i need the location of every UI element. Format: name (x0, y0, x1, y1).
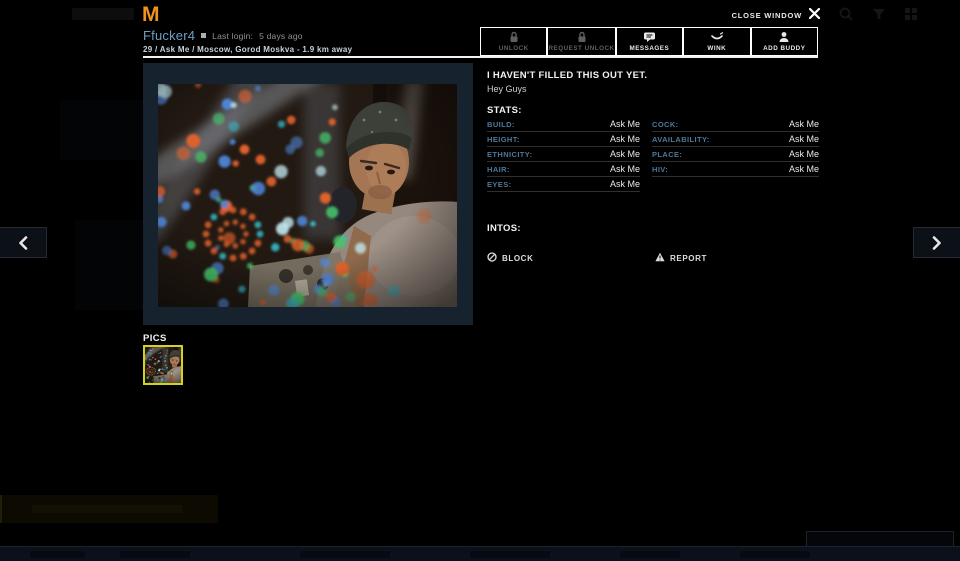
stats-title: STATS: (487, 105, 522, 116)
report-warning-icon (655, 249, 665, 267)
stat-row-place: PLACE: Ask Me (652, 147, 819, 162)
stat-row-build: BUILD: Ask Me (487, 117, 640, 132)
background-search-icon (838, 6, 854, 22)
request-unlock-button[interactable]: REQUEST UNLOCK (548, 28, 614, 55)
action-buttons-strip: UNLOCK REQUEST UNLOCK MESSAGES WINK ADD … (480, 27, 818, 56)
stat-row-cock: COCK: Ask Me (652, 117, 819, 132)
last-login-label: Last login: (212, 31, 253, 41)
stat-row-hair: HAIR: Ask Me (487, 162, 640, 177)
chat-bubble-icon (643, 31, 656, 43)
app-logo[interactable]: M (142, 3, 159, 27)
stat-label: HAIR: (487, 165, 510, 174)
action-label: MESSAGES (629, 45, 669, 52)
profile-bio: Hey Guys (487, 84, 527, 94)
profile-headline: I HAVEN'T FILLED THIS OUT YET. (487, 70, 647, 81)
stat-row-eyes: EYES: Ask Me (487, 177, 640, 192)
stat-label: AVAILABILITY: (652, 135, 710, 144)
background-footer-link (300, 551, 390, 558)
header-separator (143, 56, 818, 58)
background-footer-link (30, 551, 85, 558)
stat-value: Ask Me (789, 164, 819, 174)
profile-details-line: 29 / Ask Me / Moscow, Gorod Moskva - 1.9… (143, 45, 352, 54)
stat-row-hiv: HIV: Ask Me (652, 162, 819, 177)
action-label: WINK (707, 45, 726, 52)
stat-label: PLACE: (652, 150, 682, 159)
stat-row-height: HEIGHT: Ask Me (487, 132, 640, 147)
close-icon (809, 6, 820, 24)
report-label: REPORT (670, 254, 707, 263)
action-label: REQUEST UNLOCK (548, 45, 614, 52)
background-profile-card (75, 220, 145, 310)
last-login-value: 5 days ago (259, 31, 303, 41)
stat-value: Ask Me (610, 164, 640, 174)
background-outlined-box (806, 531, 954, 547)
stat-value: Ask Me (610, 134, 640, 144)
previous-profile-button[interactable] (0, 227, 47, 258)
profile-header: Ffucker4 Last login: 5 days ago (143, 28, 303, 43)
report-button[interactable]: REPORT (655, 249, 707, 267)
block-label: BLOCK (502, 254, 533, 263)
background-profile-card (60, 100, 150, 160)
pics-thumbnail-image (145, 347, 181, 383)
close-window-label: CLOSE WINDOW (732, 11, 802, 20)
stat-value: Ask Me (789, 119, 819, 129)
pics-thumbnail[interactable] (143, 345, 183, 385)
stats-column-right: COCK: Ask Me AVAILABILITY: Ask Me PLACE:… (652, 117, 819, 177)
background-filter-icon (871, 6, 887, 22)
background-footer-link (620, 551, 680, 558)
stat-label: HIV: (652, 165, 668, 174)
lock-icon (576, 31, 588, 43)
intos-title: INTOS: (487, 223, 521, 234)
background-footer-link (470, 551, 550, 558)
stat-label: BUILD: (487, 120, 515, 129)
background-footer-link (120, 551, 190, 558)
close-window-button[interactable]: CLOSE WINDOW (700, 7, 820, 23)
background-grid-icon (903, 6, 919, 22)
stat-row-ethnicity: ETHNICITY: Ask Me (487, 147, 640, 162)
offline-status-icon (201, 33, 206, 38)
stat-value: Ask Me (610, 149, 640, 159)
wink-button[interactable]: WINK (684, 28, 749, 55)
pics-title: PICS (143, 333, 167, 344)
background-site-logo (72, 8, 134, 20)
background-bottom-bar (0, 546, 960, 561)
background-footer-link (740, 551, 810, 558)
lock-icon (508, 31, 520, 43)
stat-label: HEIGHT: (487, 135, 520, 144)
stat-value: Ask Me (789, 149, 819, 159)
background-ad-text (32, 505, 182, 513)
stat-label: ETHNICITY: (487, 150, 533, 159)
profile-overlay-page: M CLOSE WINDOW Ffucker4 Last login: 5 da… (0, 0, 960, 561)
stat-label: EYES: (487, 180, 512, 189)
photo-panel (143, 63, 473, 325)
messages-button[interactable]: MESSAGES (617, 28, 682, 55)
stat-label: COCK: (652, 120, 679, 129)
person-add-icon (778, 31, 790, 43)
block-button[interactable]: BLOCK (487, 249, 533, 267)
stat-value: Ask Me (610, 179, 640, 189)
unlock-button[interactable]: UNLOCK (481, 28, 546, 55)
action-label: UNLOCK (499, 45, 529, 52)
stats-column-left: BUILD: Ask Me HEIGHT: Ask Me ETHNICITY: … (487, 117, 640, 192)
background-ad-banner (0, 495, 218, 523)
stat-row-availability: AVAILABILITY: Ask Me (652, 132, 819, 147)
username: Ffucker4 (143, 28, 195, 43)
wink-eye-icon (710, 31, 724, 43)
next-profile-button[interactable] (913, 227, 960, 258)
chevron-left-icon (18, 236, 28, 250)
stat-value: Ask Me (789, 134, 819, 144)
stat-value: Ask Me (610, 119, 640, 129)
chevron-right-icon (932, 236, 942, 250)
profile-photo[interactable] (158, 84, 457, 307)
block-icon (487, 249, 497, 267)
add-buddy-button[interactable]: ADD BUDDY (752, 28, 817, 55)
action-label: ADD BUDDY (763, 45, 805, 52)
